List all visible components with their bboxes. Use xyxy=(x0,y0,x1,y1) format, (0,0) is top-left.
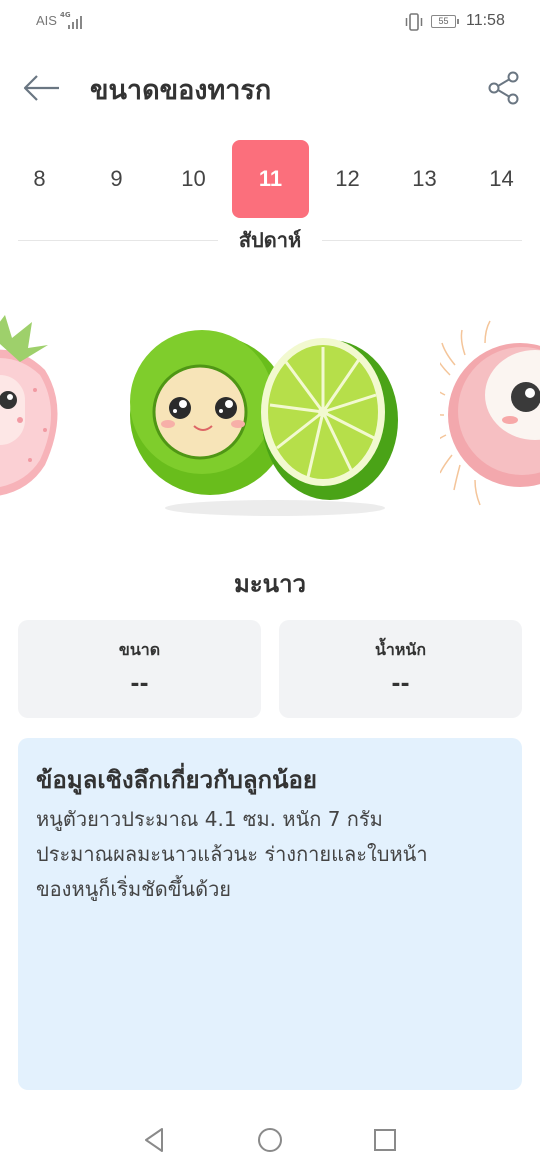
page-title: ขนาดของทารก xyxy=(90,75,272,106)
nav-recents-icon[interactable] xyxy=(370,1125,400,1155)
week-item[interactable]: 8 xyxy=(1,140,78,218)
battery-icon: 55 xyxy=(431,15,459,28)
system-navbar xyxy=(0,1110,540,1170)
insight-body: หนูตัวยาวประมาณ 4.1 ซม. หนัก 7 กรัม ประม… xyxy=(36,802,506,907)
week-item[interactable]: 9 xyxy=(78,140,155,218)
rambutan-icon xyxy=(440,320,540,506)
clock: 11:58 xyxy=(466,12,505,29)
share-button[interactable] xyxy=(486,70,522,106)
week-item[interactable]: 13 xyxy=(386,140,463,218)
insight-line: ของหนูก็เริ่มชัดขึ้นด้วย xyxy=(36,877,232,901)
size-card: ขนาด -- xyxy=(18,620,261,718)
weight-label: น้ำหนัก xyxy=(374,640,427,659)
divider xyxy=(322,240,522,241)
nav-home-icon[interactable] xyxy=(255,1125,285,1155)
fruit-name: มะนาว xyxy=(233,570,307,598)
vibrate-icon xyxy=(405,13,423,31)
size-value: -- xyxy=(130,672,149,697)
nav-back-icon[interactable] xyxy=(140,1125,170,1155)
carrier-label: AIS xyxy=(36,13,57,28)
signal-icon xyxy=(68,14,82,29)
size-label: ขนาด xyxy=(118,640,161,659)
insight-title: ข้อมูลเชิงลึกเกี่ยวกับลูกน้อย xyxy=(36,766,317,794)
lime-icon xyxy=(130,330,398,516)
insight-line: ประมาณผลมะนาวแล้วนะ ร่างกายและใบหน้า xyxy=(36,842,428,866)
insight-line: หนูตัวยาวประมาณ 4.1 ซม. หนัก 7 กรัม xyxy=(36,807,383,831)
week-item-selected[interactable]: 11 xyxy=(232,140,309,218)
share-icon xyxy=(488,71,519,105)
arrow-left-icon xyxy=(23,75,59,101)
back-button[interactable] xyxy=(22,70,62,106)
week-item[interactable]: 12 xyxy=(309,140,386,218)
status-bar: AIS 4G 55 11:58 xyxy=(0,0,540,44)
week-caption: สัปดาห์ xyxy=(222,224,318,256)
fruit-carousel[interactable] xyxy=(0,300,540,530)
divider xyxy=(18,240,218,241)
strawberry-icon xyxy=(0,315,58,496)
weight-card: น้ำหนัก -- xyxy=(279,620,522,718)
insight-panel: ข้อมูลเชิงลึกเกี่ยวกับลูกน้อย หนูตัวยาวป… xyxy=(18,738,522,1090)
week-item[interactable]: 14 xyxy=(463,140,540,218)
week-item[interactable]: 10 xyxy=(155,140,232,218)
weight-value: -- xyxy=(391,672,410,697)
week-selector: 8 9 10 11 12 13 14 xyxy=(0,140,540,218)
